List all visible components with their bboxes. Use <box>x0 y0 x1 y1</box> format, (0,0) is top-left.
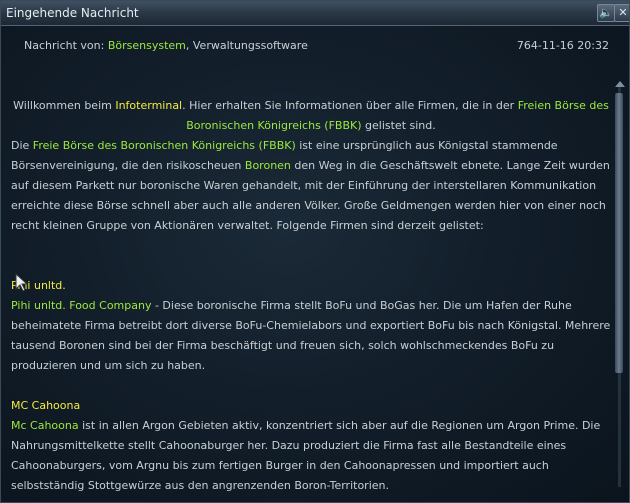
sound-icon[interactable]: 🔈 <box>597 4 615 22</box>
intro-text-1: Willkommen beim <box>13 99 116 112</box>
message-datetime: 764-11-16 20:32 <box>516 39 609 52</box>
mouse-cursor-icon <box>15 273 29 292</box>
title-bar: Eingehende Nachricht 🔈 ✕ <box>1 1 629 26</box>
close-icon[interactable]: ✕ <box>614 4 629 22</box>
window-title: Eingehende Nachricht <box>6 6 139 20</box>
intro-text-3: gelistet sind. <box>361 119 436 132</box>
company-name-link[interactable]: Mc Cahoona <box>11 419 79 432</box>
intro-text-2: . Hier erhalten Sie Informationen über a… <box>182 99 518 112</box>
fbbk-link-2[interactable]: Freie Börse des Boronischen Königreichs … <box>33 139 296 152</box>
company-entry: Mc Cahoona ist in allen Argon Gebieten a… <box>11 416 611 496</box>
infoterminal-link[interactable]: Infoterminal <box>115 99 182 112</box>
para2-text-1: Die <box>11 139 33 152</box>
description-paragraph: Die Freie Börse des Boronischen Königrei… <box>11 136 611 236</box>
company-name-link[interactable]: Pihi unltd. Food Company <box>11 299 151 312</box>
company-heading: MC Cahoona <box>11 399 81 412</box>
company-entry: Pihi unltd. Food Company - Diese boronis… <box>11 296 611 376</box>
message-window: Eingehende Nachricht 🔈 ✕ Nachricht von: … <box>0 0 630 503</box>
from-label: Nachricht von: <box>24 39 105 52</box>
sender-org: Verwaltungssoftware <box>192 39 308 52</box>
company-description: ist in allen Argon Gebieten aktiv, konze… <box>11 419 601 492</box>
sender-name: Börsensystem <box>107 39 186 52</box>
intro-paragraph: Willkommen beim Infoterminal. Hier erhal… <box>11 96 611 136</box>
message-header: Nachricht von: Börsensystem, Verwaltungs… <box>1 37 629 55</box>
message-body: Willkommen beim Infoterminal. Hier erhal… <box>11 96 611 496</box>
scrollbar[interactable] <box>614 81 626 501</box>
boronen-link[interactable]: Boronen <box>245 159 291 172</box>
scroll-thumb[interactable] <box>615 93 623 373</box>
sender-line: Nachricht von: Börsensystem, Verwaltungs… <box>24 39 308 52</box>
company-heading: Pihi unltd. <box>11 279 66 292</box>
